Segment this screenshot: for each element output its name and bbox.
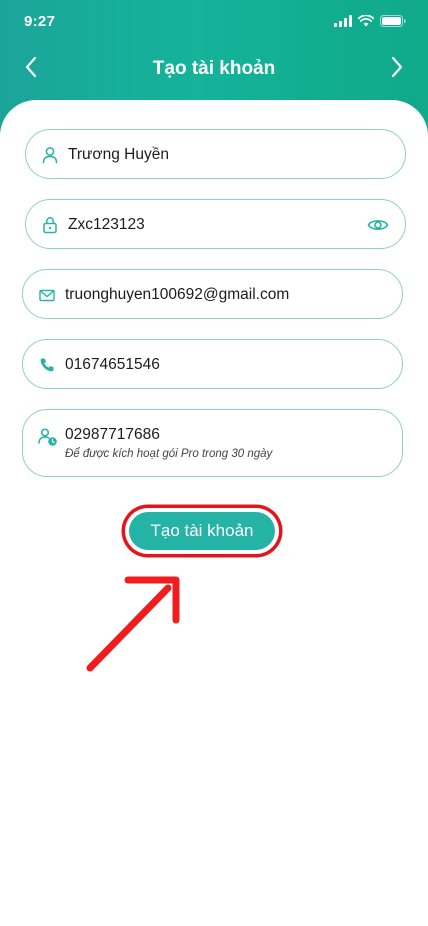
chevron-right-icon bbox=[391, 56, 403, 78]
signal-icon bbox=[334, 15, 352, 27]
email-field[interactable]: truonghuyen100692@gmail.com bbox=[22, 269, 403, 319]
phone-icon bbox=[40, 358, 54, 372]
navigation-bar: Tạo tài khoản bbox=[0, 44, 428, 92]
lock-icon bbox=[43, 217, 57, 234]
referral-hint: Để được kích hoạt gói Pro trong 30 ngày bbox=[65, 448, 273, 460]
wifi-icon bbox=[358, 15, 374, 27]
button-shadow bbox=[110, 550, 300, 558]
create-account-button[interactable]: Tạo tài khoản bbox=[129, 512, 275, 550]
phone-field[interactable]: 01674651546 bbox=[22, 339, 403, 389]
eye-icon[interactable] bbox=[367, 216, 389, 234]
phone-value: 01674651546 bbox=[65, 356, 160, 373]
mail-icon bbox=[39, 289, 55, 302]
page-title: Tạo tài khoản bbox=[152, 58, 276, 79]
battery-icon bbox=[380, 15, 406, 27]
user-clock-icon bbox=[38, 428, 57, 446]
password-value: Zxc123123 bbox=[68, 216, 145, 233]
status-time: 9:27 bbox=[24, 13, 56, 30]
email-value: truonghuyen100692@gmail.com bbox=[65, 286, 290, 303]
status-icons bbox=[334, 15, 406, 27]
user-icon bbox=[42, 147, 58, 164]
forward-button[interactable] bbox=[382, 52, 412, 82]
referral-value: 02987717686 bbox=[65, 426, 160, 443]
name-field[interactable]: Trương Huyền bbox=[25, 129, 406, 179]
name-value: Trương Huyền bbox=[68, 146, 169, 163]
status-bar: 9:27 bbox=[0, 0, 428, 44]
referral-field[interactable]: 02987717686 Để được kích hoạt gói Pro tr… bbox=[22, 409, 403, 477]
password-field[interactable]: Zxc123123 bbox=[25, 199, 406, 249]
red-arrow-annotation bbox=[86, 576, 180, 672]
